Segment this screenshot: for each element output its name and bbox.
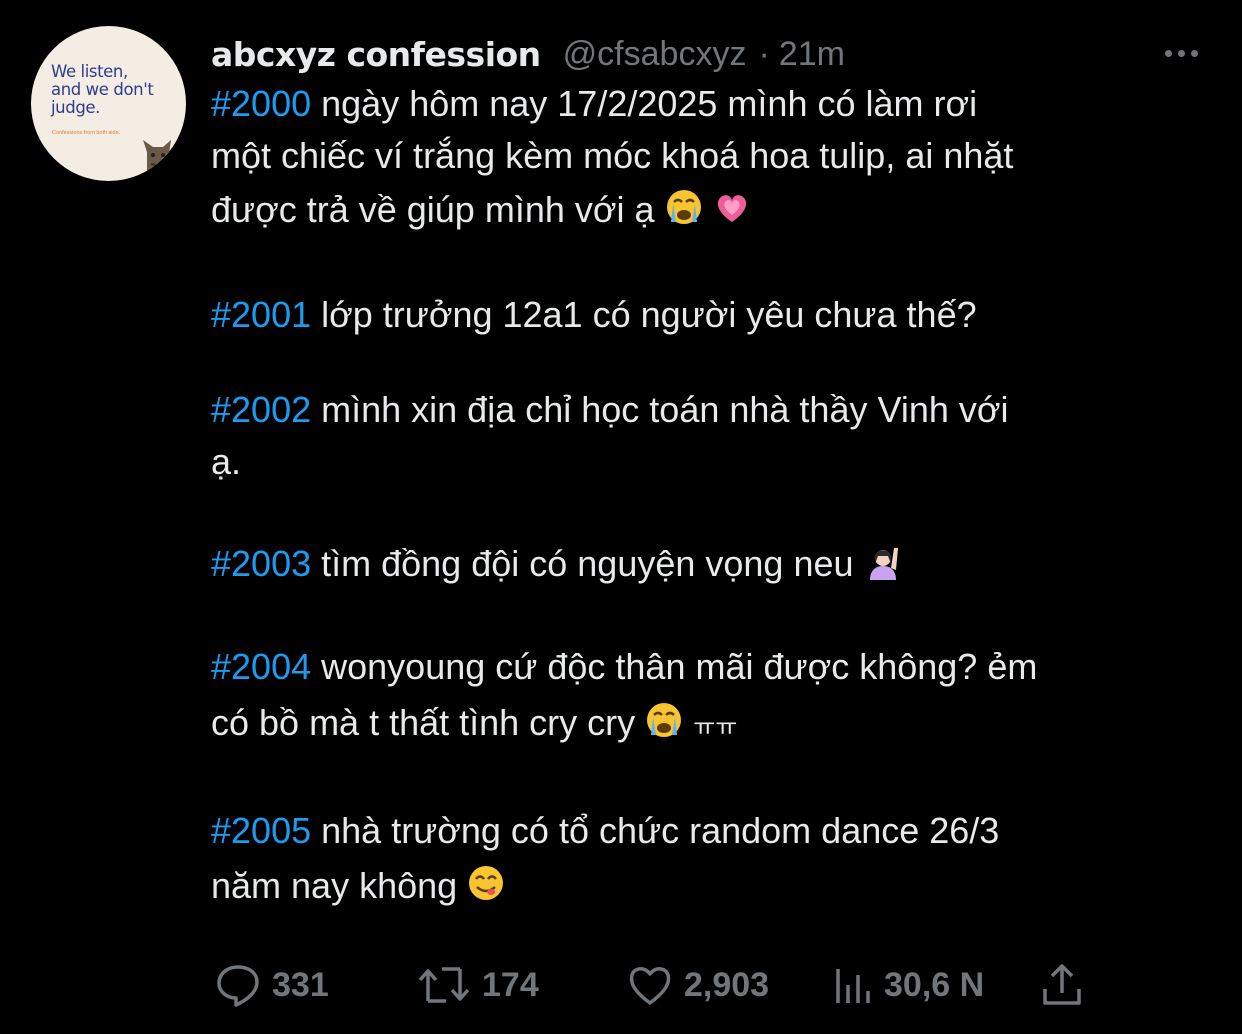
- tweet-header: abcxyz confession @cfsabcxyz · 21m: [211, 30, 845, 78]
- display-name[interactable]: abcxyz confession: [211, 35, 541, 74]
- views-icon: [836, 969, 870, 1003]
- heart-icon: [629, 967, 671, 1005]
- post-text: lớp trưởng 12a1 có người yêu chưa thế?: [321, 294, 977, 335]
- post-line: #2005 nhà trường có tổ chức random dance…: [211, 805, 999, 857]
- post-text: tìm đồng đội có nguyện vọng neu: [321, 543, 854, 584]
- action-bar: 331 174 2,903 30,6 N: [0, 950, 1242, 1020]
- hashtag-link[interactable]: #2003: [211, 543, 311, 584]
- cat-icon: [143, 140, 175, 181]
- separator-dot: ·: [758, 34, 770, 73]
- post-line: ạ.: [211, 436, 241, 488]
- tweet: We listen, and we don't judge. Confessio…: [0, 0, 1242, 1034]
- hashtag-link[interactable]: #2004: [211, 646, 311, 687]
- post-text: wonyoung cứ độc thân mãi được không? ẻm: [321, 646, 1038, 687]
- timestamp[interactable]: 21m: [779, 35, 845, 74]
- avatar-slogan-line3: judge.: [51, 98, 100, 117]
- views-button[interactable]: 30,6 N: [834, 950, 984, 1020]
- avatar-slogan: We listen, and we don't judge.: [51, 62, 154, 117]
- views-count: 30,6 N: [884, 965, 985, 1004]
- reply-icon: [217, 965, 259, 1007]
- post-text: ạ.: [211, 441, 242, 482]
- hashtag-link[interactable]: #2001: [211, 294, 311, 335]
- post-line: có bồ mà t thất tình cry cry ㅠㅠ: [211, 697, 737, 754]
- reply-count: 331: [272, 965, 329, 1004]
- post-line: #2002 mình xin địa chỉ học toán nhà thầy…: [211, 384, 1008, 436]
- retweet-button[interactable]: 174: [416, 950, 539, 1020]
- more-options-icon[interactable]: [1158, 38, 1204, 68]
- growing-heart-icon: [717, 195, 746, 222]
- post-line: #2003 tìm đồng đội có nguyện vọng neu: [211, 538, 902, 590]
- face-savoring-food-icon: [469, 866, 504, 900]
- share-button[interactable]: [1040, 950, 1084, 1020]
- retweet-icon: [418, 967, 470, 1003]
- post-line: một chiếc ví trắng kèm móc khoá hoa tuli…: [211, 130, 1013, 182]
- post-line: năm nay không: [211, 860, 505, 912]
- post-line: #2000 ngày hôm nay 17/2/2025 mình có làm…: [211, 78, 977, 130]
- post-line: #2004 wonyoung cứ độc thân mãi được khôn…: [211, 641, 1037, 693]
- post-text: nhà trường có tổ chức random dance 26/3: [321, 810, 1000, 851]
- post-text: có bồ mà t thất tình cry cry: [211, 702, 636, 743]
- post-text: được trả về giúp mình với ạ: [211, 189, 655, 230]
- post-text: một chiếc ví trắng kèm móc khoá hoa tuli…: [211, 135, 1014, 176]
- hashtag-link[interactable]: #2005: [211, 810, 311, 851]
- person-raising-hand-icon: [869, 548, 898, 580]
- post-text: năm nay không: [211, 865, 458, 906]
- post-text: ngày hôm nay 17/2/2025 mình có làm rơi: [321, 83, 978, 124]
- post-line: được trả về giúp mình với ạ: [211, 184, 751, 236]
- hashtag-link[interactable]: #2000: [211, 83, 311, 124]
- post-text-trailing: ㅠㅠ: [693, 714, 738, 741]
- share-icon: [1043, 964, 1081, 1005]
- avatar-subtitle: Confessions from both side.: [52, 130, 121, 136]
- loudly-crying-face-icon: [647, 703, 682, 737]
- post-text: mình xin địa chỉ học toán nhà thầy Vinh …: [321, 389, 1009, 430]
- retweet-count: 174: [482, 965, 539, 1004]
- avatar-slogan-line1: We listen,: [51, 62, 128, 81]
- avatar-slogan-line2: and we don't: [51, 80, 154, 99]
- loudly-crying-face-icon: [666, 190, 701, 224]
- avatar[interactable]: We listen, and we don't judge. Confessio…: [31, 26, 186, 181]
- reply-button[interactable]: 331: [214, 950, 329, 1020]
- hashtag-link[interactable]: #2002: [211, 389, 311, 430]
- like-count: 2,903: [684, 965, 770, 1004]
- post-line: #2001 lớp trưởng 12a1 có người yêu chưa …: [211, 289, 977, 341]
- user-handle[interactable]: @cfsabcxyz: [563, 35, 747, 74]
- like-button[interactable]: 2,903: [626, 950, 769, 1020]
